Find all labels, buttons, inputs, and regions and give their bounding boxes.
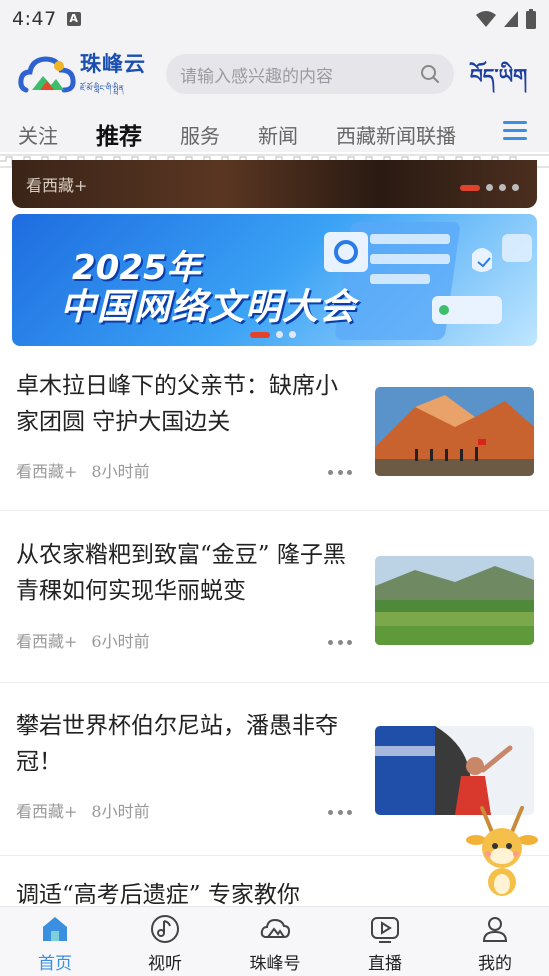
status-bar: 4:47 A bbox=[0, 0, 549, 38]
tab-news[interactable]: 新闻 bbox=[258, 120, 298, 149]
list-separator bbox=[0, 682, 549, 683]
banner-pager bbox=[460, 184, 519, 191]
news-time: 6小时前 bbox=[91, 632, 150, 651]
bottom-navigation: 首页 视听 珠峰号 直播 我的 bbox=[0, 906, 549, 976]
more-options-icon[interactable] bbox=[328, 470, 352, 476]
banner-source: 看西藏+ bbox=[26, 176, 88, 195]
nav-label: 我的 bbox=[478, 954, 512, 974]
search-input[interactable]: 请输入感兴趣的内容 bbox=[180, 62, 420, 87]
promo-banner[interactable]: 2025年 中国网络文明大会 bbox=[12, 214, 537, 346]
tab-tibet-news-broadcast[interactable]: 西藏新闻联播 bbox=[336, 120, 456, 149]
news-thumbnail[interactable] bbox=[375, 556, 534, 645]
pager-dot bbox=[499, 184, 506, 191]
search-icon[interactable] bbox=[420, 64, 440, 84]
nav-zhufeng-account[interactable]: 珠峰号 bbox=[235, 913, 315, 974]
user-icon bbox=[482, 917, 508, 942]
mascot-antelope-icon[interactable] bbox=[462, 800, 542, 900]
pager-dot-active bbox=[460, 184, 480, 191]
pager-dot bbox=[486, 184, 493, 191]
news-source: 看西藏+ bbox=[16, 632, 78, 651]
app-header: 珠峰云 ཇོ་མོ་གླིང་གི་སྤྲིན 请输入感兴趣的内容 བོད་ཡི… bbox=[0, 38, 549, 110]
pager-dot bbox=[512, 184, 519, 191]
channel-menu-icon[interactable] bbox=[503, 121, 527, 145]
news-time: 8小时前 bbox=[91, 462, 150, 481]
cloud-mountain-icon bbox=[260, 918, 291, 938]
logo-title: 珠峰云 bbox=[80, 52, 146, 76]
wifi-icon bbox=[476, 11, 496, 27]
pager-dot-active bbox=[250, 331, 270, 338]
tab-follow[interactable]: 关注 bbox=[18, 120, 58, 149]
battery-icon bbox=[526, 9, 536, 29]
tibetan-language-button[interactable]: བོད་ཡིག bbox=[470, 54, 527, 110]
play-icon bbox=[371, 917, 399, 943]
app-logo[interactable]: 珠峰云 ཇོ་མོ་གླིང་གི་སྤྲིན bbox=[18, 48, 146, 102]
news-title[interactable]: 卓木拉日峰下的父亲节：缺席小家团圆 守护大国边关 bbox=[16, 368, 356, 440]
pager-dot bbox=[289, 331, 296, 338]
news-source: 看西藏+ bbox=[16, 462, 78, 481]
news-source: 看西藏+ bbox=[16, 802, 78, 821]
banner-pager bbox=[250, 331, 296, 338]
nav-label: 珠峰号 bbox=[249, 954, 301, 974]
status-icons bbox=[475, 9, 537, 29]
news-meta: 看西藏+ 6小时前 bbox=[16, 628, 150, 652]
logo-subtitle: ཇོ་མོ་གླིང་གི་སྤྲིན bbox=[80, 84, 124, 93]
music-note-icon bbox=[151, 915, 179, 943]
nav-audio-video[interactable]: 视听 bbox=[125, 913, 205, 974]
signal-icon bbox=[504, 11, 518, 27]
news-meta: 看西藏+ 8小时前 bbox=[16, 798, 150, 822]
pager-dot bbox=[276, 331, 283, 338]
more-options-icon[interactable] bbox=[328, 640, 352, 646]
news-meta: 看西藏+ 8小时前 bbox=[16, 458, 150, 482]
banner-title: 中国网络文明大会 bbox=[60, 287, 357, 328]
news-title[interactable]: 攀岩世界杯伯尔尼站，潘愚非夺冠！ bbox=[16, 708, 356, 780]
news-title[interactable]: 从农家糌粑到致富“金豆” 隆子黑青稞如何实现华丽蜕变 bbox=[16, 537, 356, 609]
top-banner[interactable]: 看西藏+ bbox=[12, 160, 537, 208]
nav-live[interactable]: 直播 bbox=[345, 913, 425, 974]
status-time: 4:47 bbox=[12, 8, 57, 30]
news-item[interactable]: 卓木拉日峰下的父亲节：缺席小家团圆 守护大国边关 看西藏+ 8小时前 bbox=[0, 368, 549, 538]
home-icon bbox=[43, 917, 67, 941]
tab-recommend[interactable]: 推荐 bbox=[96, 117, 142, 151]
news-thumbnail[interactable] bbox=[375, 387, 534, 476]
list-separator bbox=[0, 510, 549, 511]
tab-services[interactable]: 服务 bbox=[180, 120, 220, 149]
notification-a-icon: A bbox=[66, 12, 81, 26]
cloud-logo-icon bbox=[18, 56, 76, 93]
nav-label: 直播 bbox=[368, 954, 402, 974]
more-options-icon[interactable] bbox=[328, 810, 352, 816]
nav-label: 视听 bbox=[148, 954, 182, 974]
nav-home[interactable]: 首页 bbox=[15, 913, 95, 974]
search-bar[interactable]: 请输入感兴趣的内容 bbox=[166, 54, 454, 94]
news-time: 8小时前 bbox=[91, 802, 150, 821]
nav-label: 首页 bbox=[38, 954, 72, 974]
news-title[interactable]: 调适“高考后遗症” 专家教你 bbox=[16, 877, 376, 907]
nav-profile[interactable]: 我的 bbox=[455, 913, 535, 974]
